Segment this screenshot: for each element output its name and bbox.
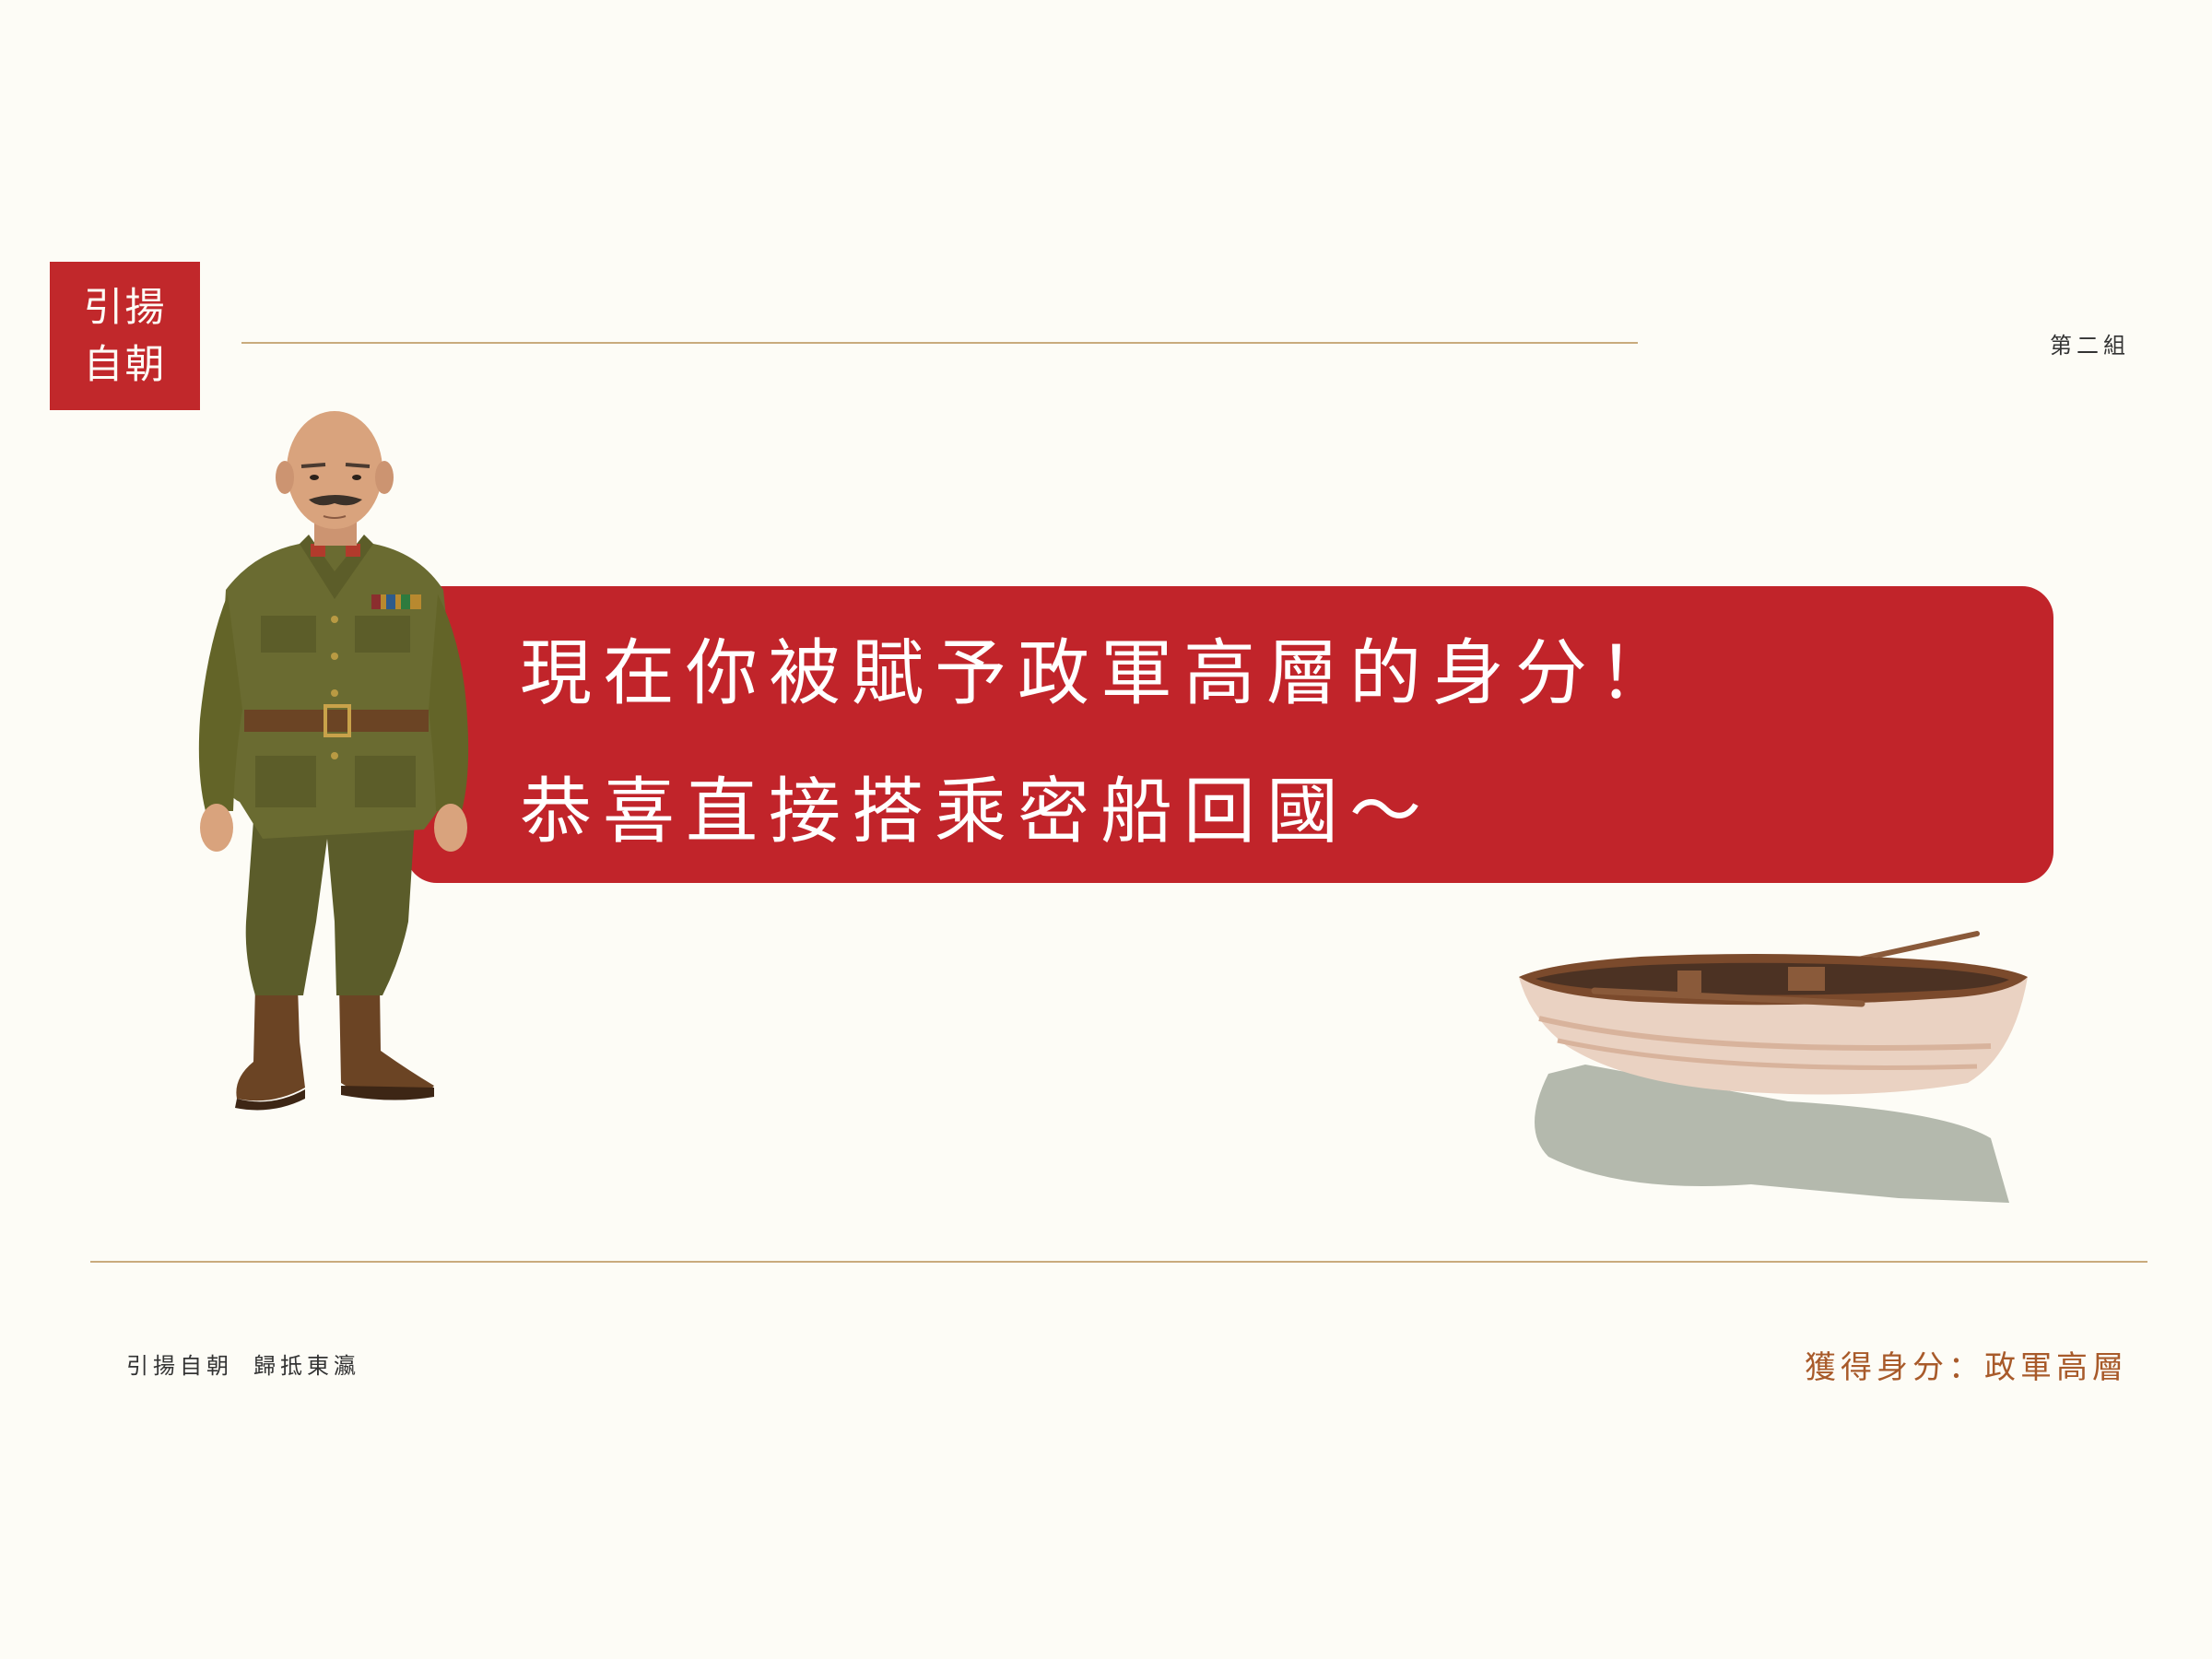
header-divider [241, 342, 1638, 344]
banner-message-line1: 現在你被賦予政軍高層的身分！ [520, 632, 1682, 715]
rowboat-illustration [1519, 931, 2028, 1203]
footer-title-part2: 歸抵東瀛 [253, 1353, 360, 1379]
footer-divider [90, 1261, 2147, 1263]
logo-seal-line1: 引揚 [83, 284, 167, 331]
officer-illustration [198, 411, 469, 1111]
logo-seal: 引揚 自朝 [50, 262, 200, 410]
logo-seal-line2: 自朝 [83, 341, 167, 388]
identity-label: 獲得身分：政軍高層 [1805, 1349, 2128, 1386]
footer-title-part1: 引揚自朝 [126, 1353, 233, 1379]
banner-message-line2: 恭喜直接搭乘密船回國～ [520, 771, 1433, 853]
group-label: 第二組 [2050, 333, 2130, 359]
footer-title: 引揚自朝 歸抵東瀛 [126, 1347, 360, 1380]
